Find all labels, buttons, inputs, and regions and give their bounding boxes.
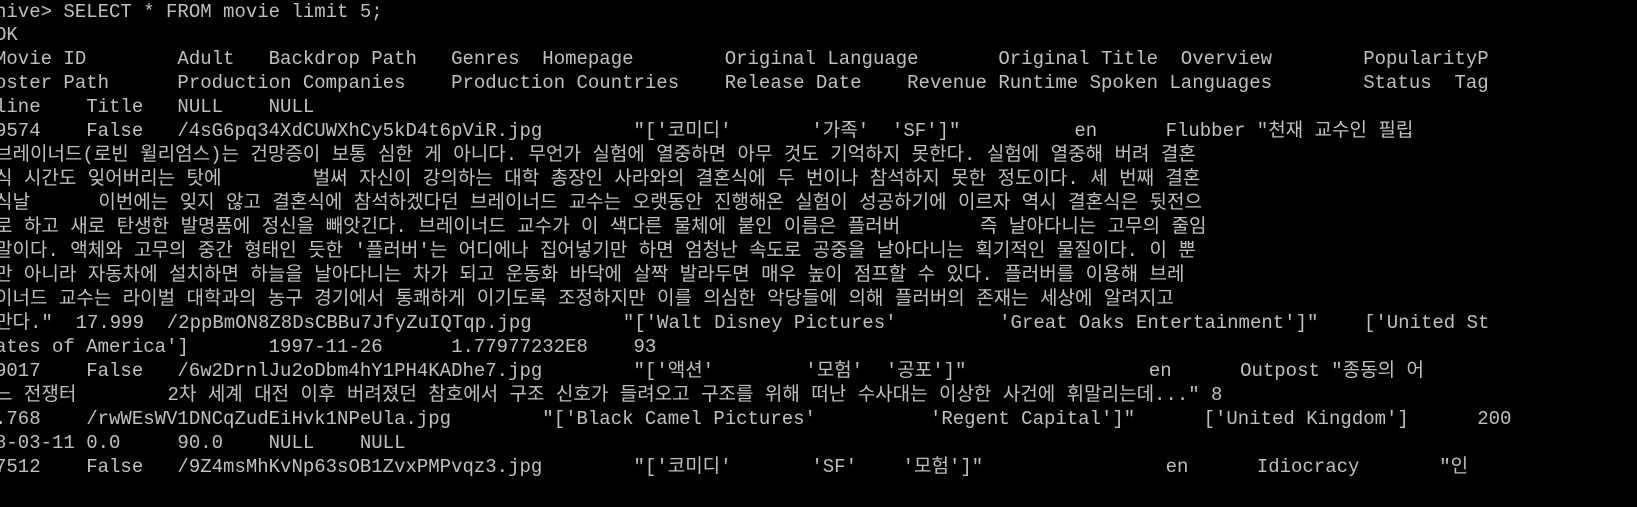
terminal-line-2: OK bbox=[0, 24, 18, 46]
terminal-line-3: Movie ID Adult Backdrop Path Genres Home… bbox=[0, 48, 1489, 70]
terminal-line-13: 이너드 교수는 라이벌 대학과의 농구 경기에서 통쾌하게 이기도록 조정하지만… bbox=[0, 288, 1186, 310]
terminal-line-8: 식 시간도 잊어버리는 탓에 벌써 자신이 강의하는 대학 총장인 사라와의 결… bbox=[0, 168, 1201, 190]
terminal-line-15: ates of America'] 1997-11-26 1.77977232E… bbox=[0, 336, 657, 358]
terminal-line-4: oster Path Production Companies Producti… bbox=[0, 72, 1489, 94]
terminal-line-16: 9017 False /6w2DrnlJu2oDbm4hY1PH4KADhe7.… bbox=[0, 360, 1425, 382]
terminal-line-1: hive> SELECT * FROM movie limit 5; bbox=[0, 1, 383, 23]
terminal-line-10: 로 하고 새로 탄생한 발명품에 정신을 빼앗긴다. 브레이너드 교수가 이 색… bbox=[0, 216, 1207, 238]
terminal-line-5: line Title NULL NULL bbox=[0, 96, 315, 118]
terminal-line-18: .768 /rwWEsWV1DNCqZudEiHvk1NPeUla.jpg "[… bbox=[0, 408, 1512, 430]
terminal-line-12: 만 아니라 자동차에 설치하면 하늘을 날아다니는 차가 되고 운동화 바닥에 … bbox=[0, 264, 1185, 286]
terminal-line-19: 8-03-11 0.0 90.0 NULL NULL bbox=[0, 432, 406, 454]
terminal-line-9: 식날 이번에는 잊지 않고 결혼식에 참석하겠다던 브레이너드 교수는 오랫동안… bbox=[0, 192, 1202, 214]
terminal-line-20: 7512 False /9Z4msMhKvNp63sOB1ZvxPMPvqz3.… bbox=[0, 456, 1469, 478]
terminal-line-11: 말이다. 액체와 고무의 중간 형태인 듯한 '플러버'는 어디에나 집어넣기만… bbox=[0, 240, 1196, 262]
terminal-line-17: 느 전쟁터 2차 세계 대전 이후 버려졌던 참호에서 구조 신호가 들려오고 … bbox=[0, 384, 1223, 406]
terminal-line-7: 브레이너드(로빈 윌리엄스)는 건망증이 보통 심한 게 아니다. 무언가 실험… bbox=[0, 144, 1196, 166]
terminal-window[interactable]: hive> SELECT * FROM movie limit 5; OK Mo… bbox=[0, 0, 1637, 507]
terminal-line-6: 9574 False /4sG6pq34XdCUWXhCy5kD4t6pViR.… bbox=[0, 120, 1425, 142]
terminal-line-14: 만다." 17.999 /2ppBmON8Z8DsCBBu7JfyZuIQTqp… bbox=[0, 312, 1490, 334]
